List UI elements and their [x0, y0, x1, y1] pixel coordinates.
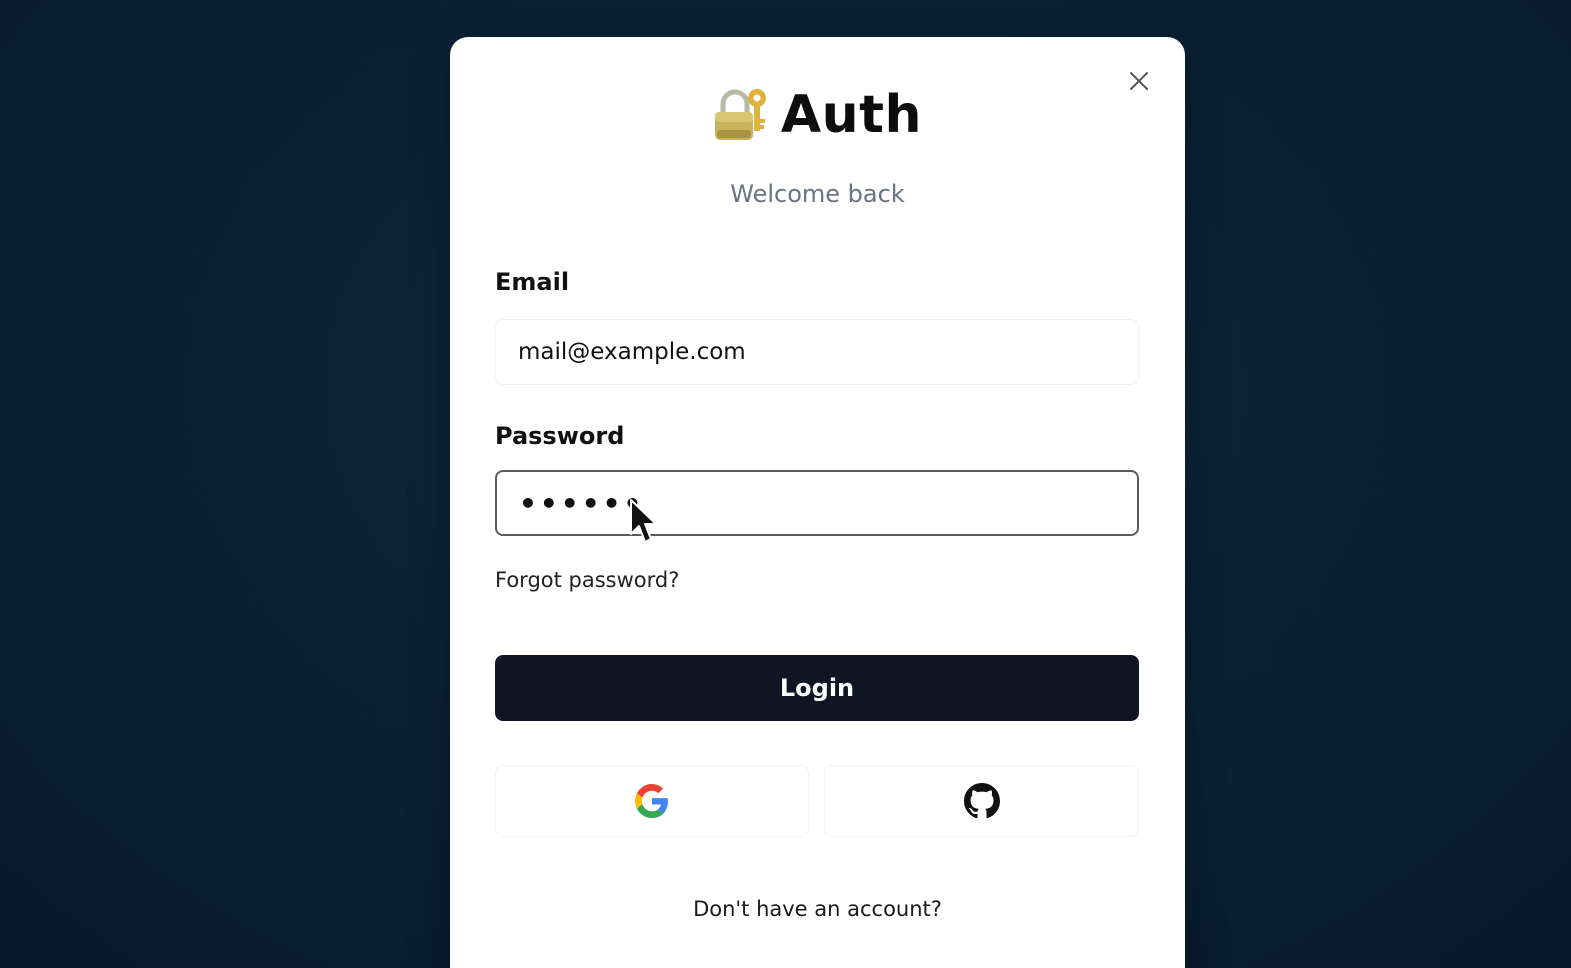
app-title: Auth — [780, 85, 923, 145]
email-label: Email — [495, 268, 570, 296]
subtitle: Welcome back — [730, 180, 905, 208]
github-icon — [963, 783, 1000, 819]
modal-header: Auth — [450, 85, 1185, 145]
google-login-button[interactable] — [495, 765, 809, 837]
password-field[interactable]: •••••• — [495, 470, 1139, 536]
github-login-button[interactable] — [824, 765, 1139, 837]
login-button[interactable]: Login — [495, 655, 1139, 721]
password-label: Password — [495, 422, 625, 450]
lock-with-key-icon — [714, 89, 766, 140]
auth-modal: Auth Welcome back Email mail@example.com… — [450, 37, 1185, 968]
signup-prompt[interactable]: Don't have an account? — [450, 897, 1185, 921]
google-icon — [635, 784, 668, 818]
forgot-password-link[interactable]: Forgot password? — [495, 568, 679, 592]
email-field[interactable]: mail@example.com — [495, 319, 1139, 385]
email-value: mail@example.com — [518, 339, 746, 365]
password-value: •••••• — [519, 486, 645, 520]
